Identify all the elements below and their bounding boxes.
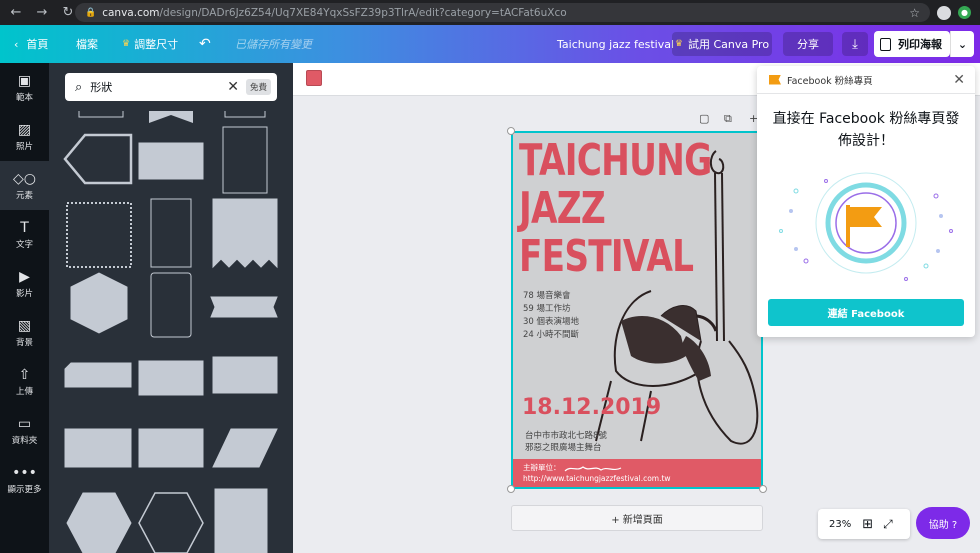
grid-view-icon[interactable]: ⊞ <box>862 517 873 532</box>
extension-icon[interactable]: ● <box>958 6 971 19</box>
crown-icon: ♛ <box>122 39 131 49</box>
stat-line: 24 小時不間斷 <box>523 330 580 340</box>
popup-header: Facebook 粉絲專頁 ✕ <box>757 66 975 94</box>
search-icon: ⌕ <box>75 79 83 95</box>
print-icon <box>880 37 891 51</box>
rail-item-folder[interactable]: ▭ 資料夾 <box>0 406 49 455</box>
profile-avatar[interactable] <box>937 6 951 20</box>
duplicate-page-icon[interactable]: ⧉ <box>724 112 732 126</box>
rail-item-more[interactable]: ••• 顯示更多 <box>0 455 49 504</box>
print-poster-button[interactable]: 列印海報 <box>874 31 950 57</box>
design-title[interactable]: Taichung jazz festival <box>557 25 674 63</box>
template-icon: ▣ <box>17 72 32 89</box>
poster-date: 18.12.2019 <box>522 395 662 420</box>
free-filter-badge[interactable]: 免費 <box>245 79 271 95</box>
shapes-grid[interactable] <box>49 111 293 553</box>
search-value: 形狀 <box>90 81 113 94</box>
text-icon: T <box>20 219 29 236</box>
file-menu-button[interactable]: 檔案 <box>76 25 98 63</box>
forward-icon[interactable]: → <box>32 3 52 23</box>
chevron-left-icon: ‹ <box>14 37 19 51</box>
download-icon[interactable]: ⤓ <box>842 32 868 56</box>
more-icon: ••• <box>12 464 37 481</box>
rail-item-elements[interactable]: ◇○ 元素 <box>0 161 49 210</box>
rail-label: 範本 <box>15 92 33 103</box>
organizer-website: http://www.taichungjazzfestival.com.tw <box>523 474 671 483</box>
stat-line: 30 個表演場地 <box>523 317 580 327</box>
poster-stats: 78 場音樂會 59 場工作坊 30 個表演場地 24 小時不間斷 <box>523 290 579 342</box>
background-icon: ▧ <box>17 317 32 334</box>
flag-icon <box>769 74 781 85</box>
close-icon[interactable]: ✕ <box>953 72 965 88</box>
rail-item-photos[interactable]: ▨ 照片 <box>0 112 49 161</box>
poster-canvas[interactable]: TAICHUNG JAZZ FESTIVAL 78 場音樂會 59 場工作坊 3… <box>511 131 763 489</box>
resize-handle[interactable] <box>507 485 515 493</box>
address-line: 邪惡之眼廣場主舞台 <box>525 443 602 453</box>
share-button[interactable]: 分享 <box>783 32 833 56</box>
popup-header-title: Facebook 粉絲專頁 <box>787 75 873 87</box>
resize-button[interactable]: ♛ 調整尺寸 <box>122 25 178 63</box>
back-icon[interactable]: ← <box>6 3 26 23</box>
left-rail: ▣ 範本 ▨ 照片 ◇○ 元素 T 文字 ▶ 影片 ▧ 背景 ⇧ 上傳 ▭ 資料… <box>0 63 49 553</box>
editor-topbar: ‹ 首頁 檔案 ♛ 調整尺寸 ↶ 已儲存所有變更 Taichung jazz f… <box>0 25 980 63</box>
stat-line: 78 場音樂會 <box>523 291 571 301</box>
add-page-button[interactable]: + 新增頁面 <box>511 505 763 531</box>
zoom-controls: 23% ⊞ ⤢ <box>818 509 910 539</box>
browser-toolbar: ← → ↻ 🔒 canva.com/design/DADr6Jz6Z54/Uq7… <box>0 0 980 25</box>
try-pro-label: 試用 Canva Pro <box>687 38 770 51</box>
help-button[interactable]: 協助 ? <box>916 507 970 539</box>
rail-label: 顯示更多 <box>7 484 42 495</box>
zoom-level[interactable]: 23% <box>829 519 851 530</box>
facebook-page-illustration <box>779 172 953 281</box>
url-path: /design/DADr6Jz6Z54/Uq7XE84YqxSsFZ39p3Tl… <box>159 6 567 19</box>
rail-label: 文字 <box>15 239 33 250</box>
rail-label: 資料夾 <box>11 435 38 446</box>
photo-icon: ▨ <box>17 121 32 138</box>
save-status: 已儲存所有變更 <box>235 38 312 51</box>
fullscreen-icon[interactable]: ⤢ <box>883 517 893 532</box>
crown-icon: ♛ <box>674 39 683 49</box>
print-label: 列印海報 <box>898 38 942 51</box>
rail-label: 上傳 <box>15 386 33 397</box>
undo-icon[interactable]: ↶ <box>199 25 211 63</box>
try-pro-button[interactable]: ♛ 試用 Canva Pro <box>672 32 772 56</box>
page-note-icon[interactable]: ▢ <box>699 112 709 125</box>
rail-label: 照片 <box>15 141 33 152</box>
folder-icon: ▭ <box>17 415 32 432</box>
home-label: 首頁 <box>26 38 49 51</box>
video-icon: ▶ <box>19 268 30 285</box>
rail-item-upload[interactable]: ⇧ 上傳 <box>0 357 49 406</box>
print-dropdown-chevron-icon[interactable]: ⌄ <box>950 31 974 57</box>
clear-search-icon[interactable]: ✕ <box>227 79 239 95</box>
home-button[interactable]: ‹ 首頁 <box>14 25 48 63</box>
organizer-logo <box>564 465 622 471</box>
rail-item-background[interactable]: ▧ 背景 <box>0 308 49 357</box>
rail-label: 影片 <box>15 288 33 299</box>
resize-handle[interactable] <box>759 485 767 493</box>
rail-item-video[interactable]: ▶ 影片 <box>0 259 49 308</box>
url-domain: canva.com <box>102 6 160 19</box>
shape-search-input[interactable]: ⌕ 形狀 ✕ 免費 <box>65 73 277 101</box>
upload-icon: ⇧ <box>18 366 31 383</box>
popup-title: 直接在 Facebook 粉絲專頁發佈設計！ <box>772 111 960 149</box>
address-bar[interactable]: 🔒 canva.com/design/DADr6Jz6Z54/Uq7XE84Yq… <box>75 3 930 22</box>
facebook-publish-popup: Facebook 粉絲專頁 ✕ 直接在 Facebook 粉絲專頁發佈設計！ 連… <box>757 66 975 337</box>
stat-line: 59 場工作坊 <box>523 304 571 314</box>
address-line: 台中市市政北七路8號 <box>525 431 607 441</box>
connect-facebook-button[interactable]: 連結 Facebook <box>768 299 964 326</box>
rail-label: 元素 <box>15 190 33 201</box>
lock-icon: 🔒 <box>85 7 97 18</box>
rail-label: 背景 <box>15 337 33 348</box>
organizer-label: 主辦單位： <box>523 463 561 472</box>
elements-panel: ⌕ 形狀 ✕ 免費 <box>49 63 293 553</box>
color-swatch[interactable] <box>306 70 322 86</box>
elements-icon: ◇○ <box>13 170 36 187</box>
rail-item-templates[interactable]: ▣ 範本 <box>0 63 49 112</box>
poster-footer: 主辦單位： http://www.taichungjazzfestival.co… <box>513 459 761 487</box>
resize-label: 調整尺寸 <box>134 38 179 51</box>
rail-item-text[interactable]: T 文字 <box>0 210 49 259</box>
poster-address: 台中市市政北七路8號 邪惡之眼廣場主舞台 <box>525 430 607 454</box>
resize-handle[interactable] <box>507 127 515 135</box>
bookmark-star-icon[interactable]: ☆ <box>909 6 920 20</box>
